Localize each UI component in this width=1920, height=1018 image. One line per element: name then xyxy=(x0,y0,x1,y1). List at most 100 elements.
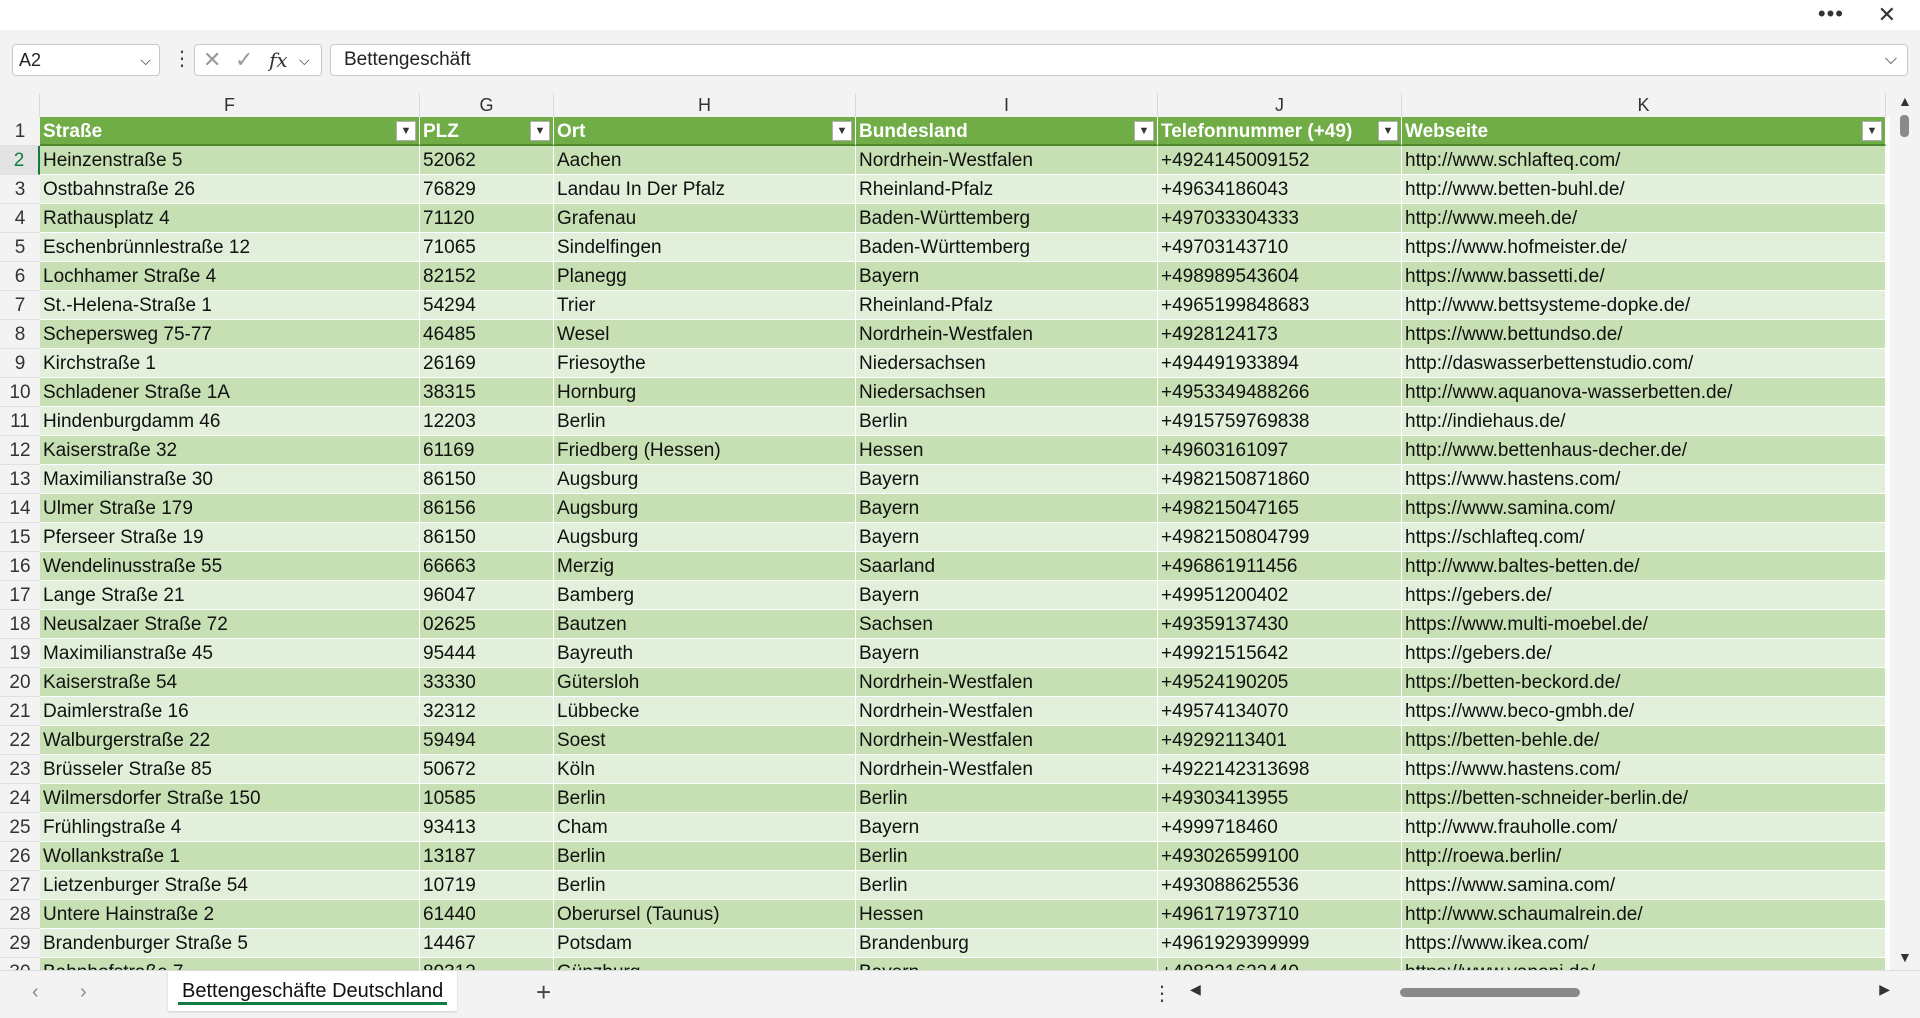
row-number[interactable]: 21 xyxy=(0,697,40,726)
cell[interactable]: http://www.schaumalrein.de/ xyxy=(1402,900,1886,929)
cell[interactable]: 38315 xyxy=(420,378,554,407)
cell[interactable]: Bautzen xyxy=(554,610,856,639)
row-number[interactable]: 2 xyxy=(0,146,40,175)
cell[interactable]: Bayern xyxy=(856,523,1158,552)
cell[interactable]: 86156 xyxy=(420,494,554,523)
cell[interactable]: https://www.samina.com/ xyxy=(1402,494,1886,523)
cell[interactable]: Frühlingstraße 4 xyxy=(40,813,420,842)
cell[interactable]: 96047 xyxy=(420,581,554,610)
header-cell[interactable]: Telefonnummer (+49) ▼ xyxy=(1158,117,1402,146)
cell[interactable]: Kaiserstraße 32 xyxy=(40,436,420,465)
cell[interactable]: Lübbecke xyxy=(554,697,856,726)
cell[interactable]: https://www.bettundso.de/ xyxy=(1402,320,1886,349)
select-all-corner[interactable] xyxy=(0,93,40,117)
cell[interactable]: https://betten-behle.de/ xyxy=(1402,726,1886,755)
add-sheet-icon[interactable]: + xyxy=(536,977,551,1008)
cell[interactable]: +498221622440 xyxy=(1158,958,1402,970)
scroll-up-icon[interactable]: ▲ xyxy=(1898,93,1912,109)
cell[interactable]: +4915759769838 xyxy=(1158,407,1402,436)
cell[interactable]: Baden-Württemberg xyxy=(856,233,1158,262)
cell[interactable]: Potsdam xyxy=(554,929,856,958)
cell[interactable]: Wendelinusstraße 55 xyxy=(40,552,420,581)
cell[interactable]: Ulmer Straße 179 xyxy=(40,494,420,523)
cell[interactable]: Trier xyxy=(554,291,856,320)
row-number[interactable]: 9 xyxy=(0,349,40,378)
cell[interactable]: 61169 xyxy=(420,436,554,465)
cell[interactable]: https://www.samina.com/ xyxy=(1402,871,1886,900)
cell[interactable]: 32312 xyxy=(420,697,554,726)
filter-dropdown-icon[interactable]: ▼ xyxy=(1134,121,1154,141)
formula-input[interactable]: Bettengeschäft ⌵ xyxy=(330,44,1908,76)
column-header-g[interactable]: G xyxy=(420,93,554,117)
close-icon[interactable]: ✕ xyxy=(1878,0,1896,30)
cell[interactable]: https://www.multi-moebel.de/ xyxy=(1402,610,1886,639)
cell[interactable]: http://www.baltes-betten.de/ xyxy=(1402,552,1886,581)
cell[interactable]: Bahnhofstraße 7 xyxy=(40,958,420,970)
cell[interactable]: +49703143710 xyxy=(1158,233,1402,262)
header-cell[interactable]: Straße ▼ xyxy=(40,117,420,146)
column-header-h[interactable]: H xyxy=(554,93,856,117)
cell[interactable]: Nordrhein-Westfalen xyxy=(856,320,1158,349)
row-number[interactable]: 18 xyxy=(0,610,40,639)
cell[interactable]: http://daswasserbettenstudio.com/ xyxy=(1402,349,1886,378)
row-number[interactable]: 15 xyxy=(0,523,40,552)
cell[interactable]: Günzburg xyxy=(554,958,856,970)
prev-sheet-icon[interactable]: ‹ xyxy=(32,981,39,1004)
sheet-tab-active[interactable]: Bettengeschäfte Deutschland xyxy=(168,971,458,1011)
cell[interactable]: Augsburg xyxy=(554,523,856,552)
cell[interactable]: +49303413955 xyxy=(1158,784,1402,813)
vertical-scrollbar[interactable]: ▲ ▼ xyxy=(1890,93,1920,970)
cell[interactable]: 61440 xyxy=(420,900,554,929)
cell[interactable]: +4982150804799 xyxy=(1158,523,1402,552)
cell[interactable]: https://www.ikea.com/ xyxy=(1402,929,1886,958)
cell[interactable]: Friesoythe xyxy=(554,349,856,378)
row-number[interactable]: 13 xyxy=(0,465,40,494)
cell[interactable]: Aachen xyxy=(554,146,856,175)
cell[interactable]: Bayern xyxy=(856,465,1158,494)
cell[interactable]: Pferseer Straße 19 xyxy=(40,523,420,552)
cell[interactable]: 52062 xyxy=(420,146,554,175)
cell[interactable]: Lietzenburger Straße 54 xyxy=(40,871,420,900)
row-number[interactable]: 11 xyxy=(0,407,40,436)
cell[interactable]: Planegg xyxy=(554,262,856,291)
row-number[interactable]: 8 xyxy=(0,320,40,349)
cell[interactable]: https://betten-schneider-berlin.de/ xyxy=(1402,784,1886,813)
row-number[interactable]: 12 xyxy=(0,436,40,465)
cell[interactable]: Merzig xyxy=(554,552,856,581)
cell[interactable]: Hessen xyxy=(856,436,1158,465)
cell[interactable]: +4928124173 xyxy=(1158,320,1402,349)
cell[interactable]: https://www.beco-gmbh.de/ xyxy=(1402,697,1886,726)
cell[interactable]: Nordrhein-Westfalen xyxy=(856,146,1158,175)
cell[interactable]: Neusalzaer Straße 72 xyxy=(40,610,420,639)
cell[interactable]: Hessen xyxy=(856,900,1158,929)
cell[interactable]: Eschenbrünnlestraße 12 xyxy=(40,233,420,262)
cell[interactable]: +49951200402 xyxy=(1158,581,1402,610)
cell[interactable]: Augsburg xyxy=(554,494,856,523)
column-header-k[interactable]: K xyxy=(1402,93,1886,117)
cell[interactable]: +493026599100 xyxy=(1158,842,1402,871)
cell[interactable]: Bayern xyxy=(856,262,1158,291)
cell[interactable]: 71120 xyxy=(420,204,554,233)
row-number[interactable]: 28 xyxy=(0,900,40,929)
cell[interactable]: +4982150871860 xyxy=(1158,465,1402,494)
cell[interactable]: Rheinland-Pfalz xyxy=(856,175,1158,204)
scroll-right-icon[interactable]: ▶ xyxy=(1879,981,1890,998)
cell[interactable]: https://betten-beckord.de/ xyxy=(1402,668,1886,697)
cell[interactable]: +49574134070 xyxy=(1158,697,1402,726)
cell[interactable]: Nordrhein-Westfalen xyxy=(856,668,1158,697)
cell[interactable]: 54294 xyxy=(420,291,554,320)
cell[interactable]: 71065 xyxy=(420,233,554,262)
cell[interactable]: http://www.meeh.de/ xyxy=(1402,204,1886,233)
cell[interactable]: Hornburg xyxy=(554,378,856,407)
cell[interactable]: Kaiserstraße 54 xyxy=(40,668,420,697)
column-header-f[interactable]: F xyxy=(40,93,420,117)
cell[interactable]: 93413 xyxy=(420,813,554,842)
cell[interactable]: Bayern xyxy=(856,639,1158,668)
cell[interactable]: Landau In Der Pfalz xyxy=(554,175,856,204)
cell[interactable]: 12203 xyxy=(420,407,554,436)
cell[interactable]: Maximilianstraße 30 xyxy=(40,465,420,494)
cell[interactable]: +498215047165 xyxy=(1158,494,1402,523)
cell[interactable]: 33330 xyxy=(420,668,554,697)
cell[interactable]: Wollankstraße 1 xyxy=(40,842,420,871)
row-number[interactable]: 29 xyxy=(0,929,40,958)
